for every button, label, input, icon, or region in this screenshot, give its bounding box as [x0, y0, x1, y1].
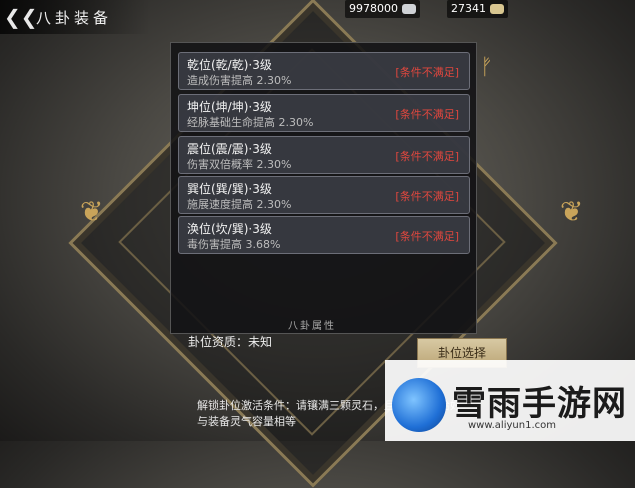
bagua-attribute-label: 八卦属性	[288, 321, 336, 332]
silver-ingot-icon	[402, 4, 416, 14]
gold-amount: 27341	[451, 2, 486, 15]
slot-quality: 卦位资质：未知	[188, 335, 273, 349]
slot-name: 震位(震/震)·3级	[187, 142, 272, 156]
slot-name: 乾位(乾/乾)·3级	[187, 58, 272, 72]
slot-effect: 毒伤害提高 3.68%	[187, 238, 281, 251]
back-arrow-icon[interactable]: ❮❮	[4, 6, 38, 28]
slot-name: 巽位(巽/巽)·3级	[187, 182, 272, 196]
list-item[interactable]: 涣位(坎/巽)·3级 毒伤害提高 3.68% [条件不满足]	[178, 216, 470, 254]
list-item[interactable]: 巽位(巽/巽)·3级 施展速度提高 2.30% [条件不满足]	[178, 176, 470, 214]
top-bar: ❮❮ 八卦装备	[0, 0, 150, 34]
cloud-ornament-right-icon: ❦	[560, 195, 584, 228]
list-item[interactable]: 坤位(坤/坤)·3级 经脉基础生命提高 2.30% [条件不满足]	[178, 94, 470, 132]
condition-status: [条件不满足]	[395, 230, 459, 243]
watermark-text: 雪雨手游网	[452, 384, 627, 424]
rune-ornament-icon: ᚠ	[480, 55, 494, 80]
slot-effect: 伤害双倍概率 2.30%	[187, 158, 292, 171]
slot-effect: 经脉基础生命提高 2.30%	[187, 116, 314, 129]
watermark-url: www.aliyun1.com	[468, 420, 556, 431]
condition-status: [条件不满足]	[395, 150, 459, 163]
slot-name: 坤位(坤/坤)·3级	[187, 100, 272, 114]
gold-ingot-icon	[490, 4, 504, 14]
slot-name: 涣位(坎/巽)·3级	[187, 222, 272, 236]
gold-currency: 27341	[447, 0, 508, 18]
silver-amount: 9978000	[349, 2, 398, 15]
slot-effect: 造成伤害提高 2.30%	[187, 74, 292, 87]
silver-currency: 9978000	[345, 0, 420, 18]
list-item[interactable]: 乾位(乾/乾)·3级 造成伤害提高 2.30% [条件不满足]	[178, 52, 470, 90]
cloud-ornament-left-icon: ❦	[80, 195, 104, 228]
slot-effect: 施展速度提高 2.30%	[187, 198, 292, 211]
condition-status: [条件不满足]	[395, 108, 459, 121]
list-item[interactable]: 震位(震/震)·3级 伤害双倍概率 2.30% [条件不满足]	[178, 136, 470, 174]
condition-status: [条件不满足]	[395, 190, 459, 203]
watermark-logo-icon	[392, 378, 446, 432]
condition-status: [条件不满足]	[395, 66, 459, 79]
page-title: 八卦装备	[36, 9, 113, 27]
